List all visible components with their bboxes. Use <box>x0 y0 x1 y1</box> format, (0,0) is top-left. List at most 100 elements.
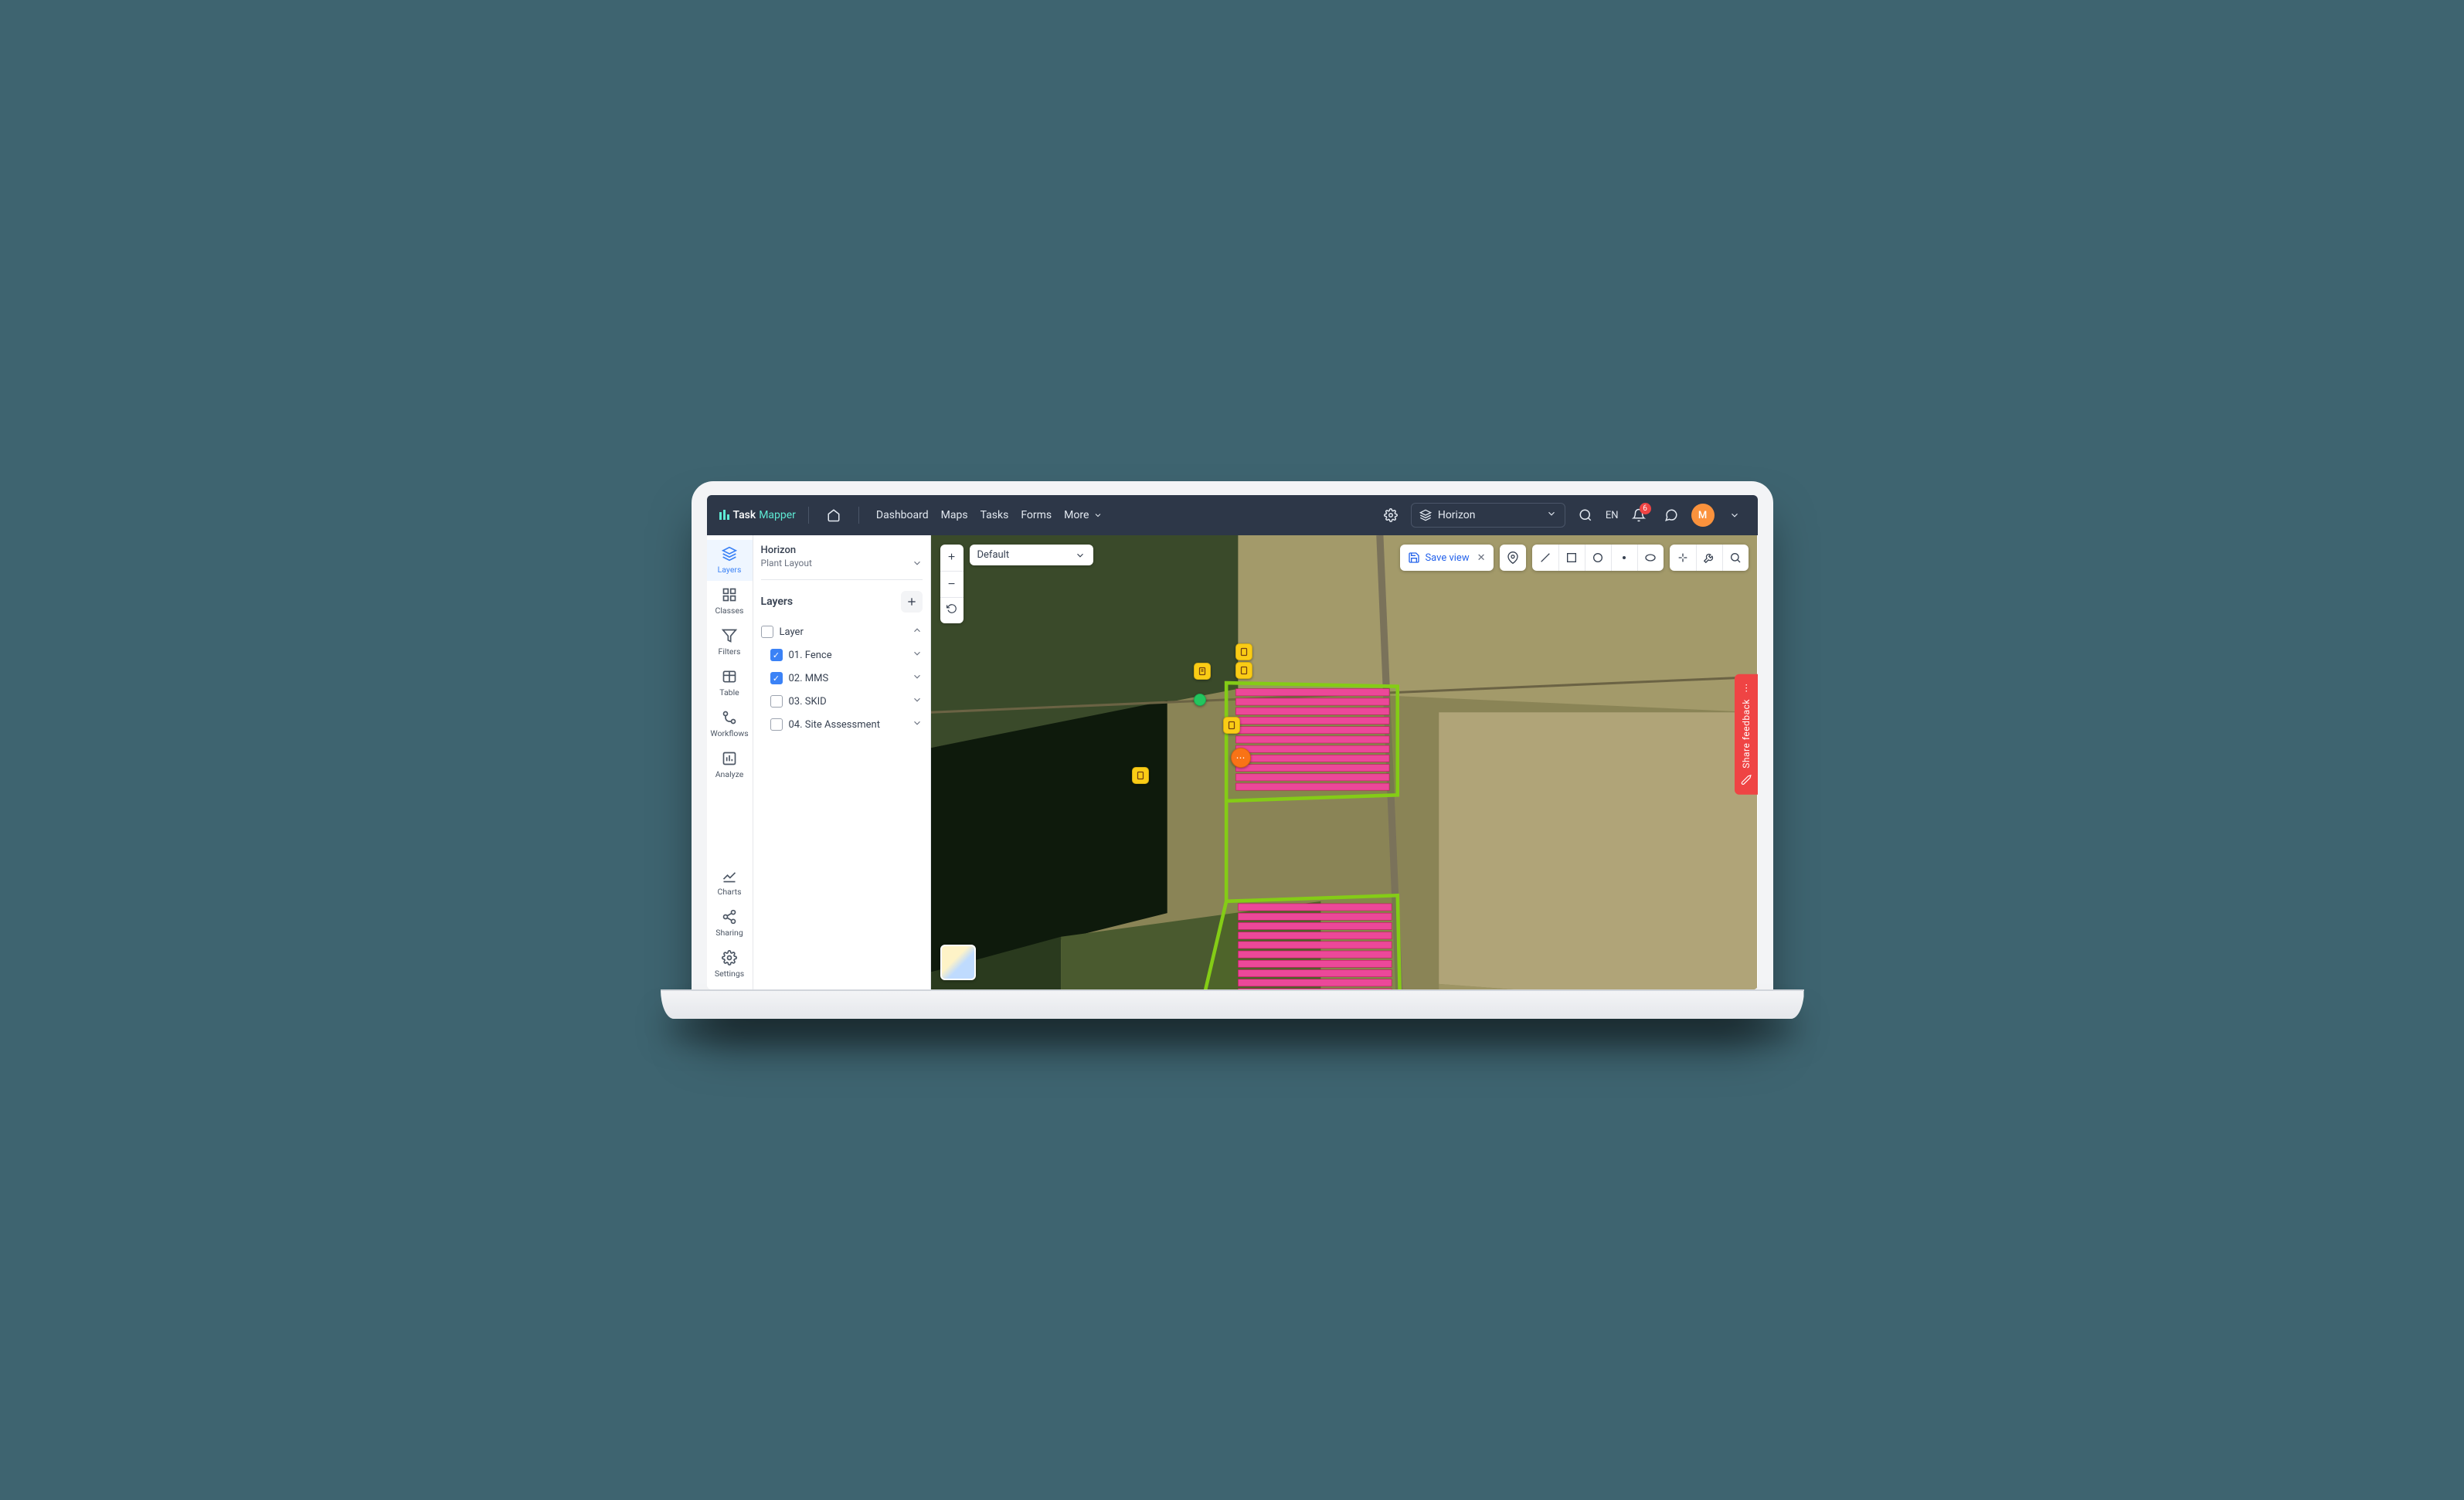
sidebar-item-sharing[interactable]: Sharing <box>707 903 753 944</box>
workflow-icon <box>722 710 737 725</box>
sidebar-label: Layers <box>718 565 742 575</box>
chevron-down-icon <box>912 671 923 682</box>
layer-root[interactable]: Layer <box>761 620 923 643</box>
gear-icon <box>722 950 737 965</box>
document-icon <box>1239 647 1249 657</box>
analyze-icon <box>722 751 737 766</box>
sidebar-item-settings[interactable]: Settings <box>707 944 753 985</box>
save-icon <box>1408 551 1420 564</box>
map-marker-green[interactable] <box>1194 694 1206 706</box>
chevron-down-icon <box>912 648 923 659</box>
ellipse-tool-button[interactable] <box>1637 545 1664 571</box>
nav-dashboard[interactable]: Dashboard <box>876 509 929 521</box>
chevron-up-icon <box>912 625 923 636</box>
app-header: TaskMapper Dashboard Maps Tasks Forms Mo… <box>707 495 1758 535</box>
sidebar-item-workflows[interactable]: Workflows <box>707 704 753 745</box>
circle-tool-button[interactable] <box>1585 545 1611 571</box>
asset-picker-value: Horizon <box>1438 509 1476 521</box>
map-marker-yellow[interactable] <box>1223 717 1240 734</box>
user-avatar[interactable]: M <box>1691 504 1715 527</box>
search-icon <box>1579 508 1592 522</box>
zoom-control: + − <box>940 545 964 623</box>
layers-icon <box>1419 509 1432 521</box>
line-icon <box>1539 551 1551 564</box>
nav-forms[interactable]: Forms <box>1021 509 1052 521</box>
zoom-out-button[interactable]: − <box>940 571 964 597</box>
sidebar-label: Workflows <box>710 728 748 738</box>
divider <box>808 507 809 524</box>
panel-subtitle-row[interactable]: Plant Layout <box>761 558 923 580</box>
layers-panel: Horizon Plant Layout Layers Layer 01. Fe… <box>753 535 931 989</box>
layer-item-site-assessment[interactable]: 04. Site Assessment <box>761 713 923 736</box>
nav-maps[interactable]: Maps <box>941 509 968 521</box>
sidebar-item-classes[interactable]: Classes <box>707 581 753 622</box>
add-layer-button[interactable] <box>901 591 923 613</box>
layer-checkbox[interactable] <box>770 695 783 708</box>
layer-label: 01. Fence <box>789 650 832 661</box>
pencil-icon <box>1741 775 1752 786</box>
view-dropdown-value: Default <box>977 549 1010 561</box>
reset-rotation-button[interactable] <box>940 597 964 623</box>
point-tool-button[interactable] <box>1611 545 1637 571</box>
layer-item-mms[interactable]: 02. MMS <box>761 667 923 690</box>
panel-subtitle: Plant Layout <box>761 558 812 568</box>
map-marker-orange[interactable]: ⋯ <box>1231 748 1251 768</box>
nav-tasks[interactable]: Tasks <box>981 509 1009 521</box>
basemap-switcher[interactable] <box>940 945 976 980</box>
brand-logo[interactable]: TaskMapper <box>718 509 796 521</box>
sidebar-item-analyze[interactable]: Analyze <box>707 745 753 786</box>
divider <box>858 507 859 524</box>
chevron-down-icon <box>1729 510 1740 521</box>
chat-button[interactable] <box>1659 503 1684 528</box>
notifications-badge: 6 <box>1640 503 1651 514</box>
search-tool-button[interactable] <box>1722 545 1749 571</box>
map-marker-yellow[interactable] <box>1132 767 1149 784</box>
more-icon: ⋯ <box>1741 684 1752 693</box>
sidebar-item-table[interactable]: Table <box>707 663 753 704</box>
notifications-button[interactable]: 6 <box>1626 503 1651 528</box>
search-button[interactable] <box>1573 503 1598 528</box>
zoom-in-button[interactable]: + <box>940 545 964 571</box>
layer-item-fence[interactable]: 01. Fence <box>761 643 923 667</box>
table-icon <box>722 669 737 684</box>
save-view-button[interactable]: Save view ✕ <box>1400 545 1493 571</box>
sidebar-label: Filters <box>719 646 741 657</box>
layer-item-skid[interactable]: 03. SKID <box>761 690 923 713</box>
close-icon[interactable]: ✕ <box>1477 552 1486 564</box>
map-marker-yellow[interactable] <box>1194 663 1211 680</box>
snap-tool-button[interactable] <box>1670 545 1696 571</box>
chevron-down-icon <box>912 718 923 728</box>
wrench-tool-button[interactable] <box>1696 545 1722 571</box>
left-sidebar: Layers Classes Filters Table Workflows A… <box>707 535 753 989</box>
nav-more[interactable]: More <box>1064 509 1103 521</box>
point-icon <box>1618 551 1630 564</box>
layer-checkbox[interactable] <box>770 718 783 731</box>
layer-checkbox[interactable] <box>770 672 783 684</box>
sidebar-label: Settings <box>715 969 744 979</box>
home-button[interactable] <box>821 503 846 528</box>
feedback-tab[interactable]: Share feedback ⋯ <box>1735 674 1758 795</box>
user-menu-button[interactable] <box>1722 503 1747 528</box>
view-dropdown[interactable]: Default <box>970 545 1093 565</box>
pin-tool-button[interactable] <box>1500 545 1526 571</box>
circle-icon <box>1592 551 1604 564</box>
sidebar-item-filters[interactable]: Filters <box>707 622 753 663</box>
asset-picker[interactable]: Horizon <box>1411 503 1565 528</box>
map-marker-yellow[interactable] <box>1235 662 1252 679</box>
gear-icon <box>1384 508 1398 522</box>
layer-checkbox[interactable] <box>770 649 783 661</box>
sidebar-item-layers[interactable]: Layers <box>707 540 753 581</box>
sidebar-label: Charts <box>718 887 742 897</box>
layers-section-title: Layers <box>761 596 794 608</box>
language-switch[interactable]: EN <box>1606 510 1619 521</box>
rect-tool-button[interactable] <box>1558 545 1585 571</box>
line-tool-button[interactable] <box>1532 545 1558 571</box>
map-marker-yellow[interactable] <box>1235 643 1252 660</box>
sidebar-item-charts[interactable]: Charts <box>707 862 753 903</box>
layer-label: 04. Site Assessment <box>789 719 880 731</box>
chevron-down-icon <box>1093 511 1103 520</box>
layer-checkbox[interactable] <box>761 626 773 638</box>
ellipse-icon <box>1644 551 1657 564</box>
map-canvas[interactable]: ⋯ + − Default <box>931 535 1758 989</box>
settings-gear-button[interactable] <box>1378 503 1403 528</box>
